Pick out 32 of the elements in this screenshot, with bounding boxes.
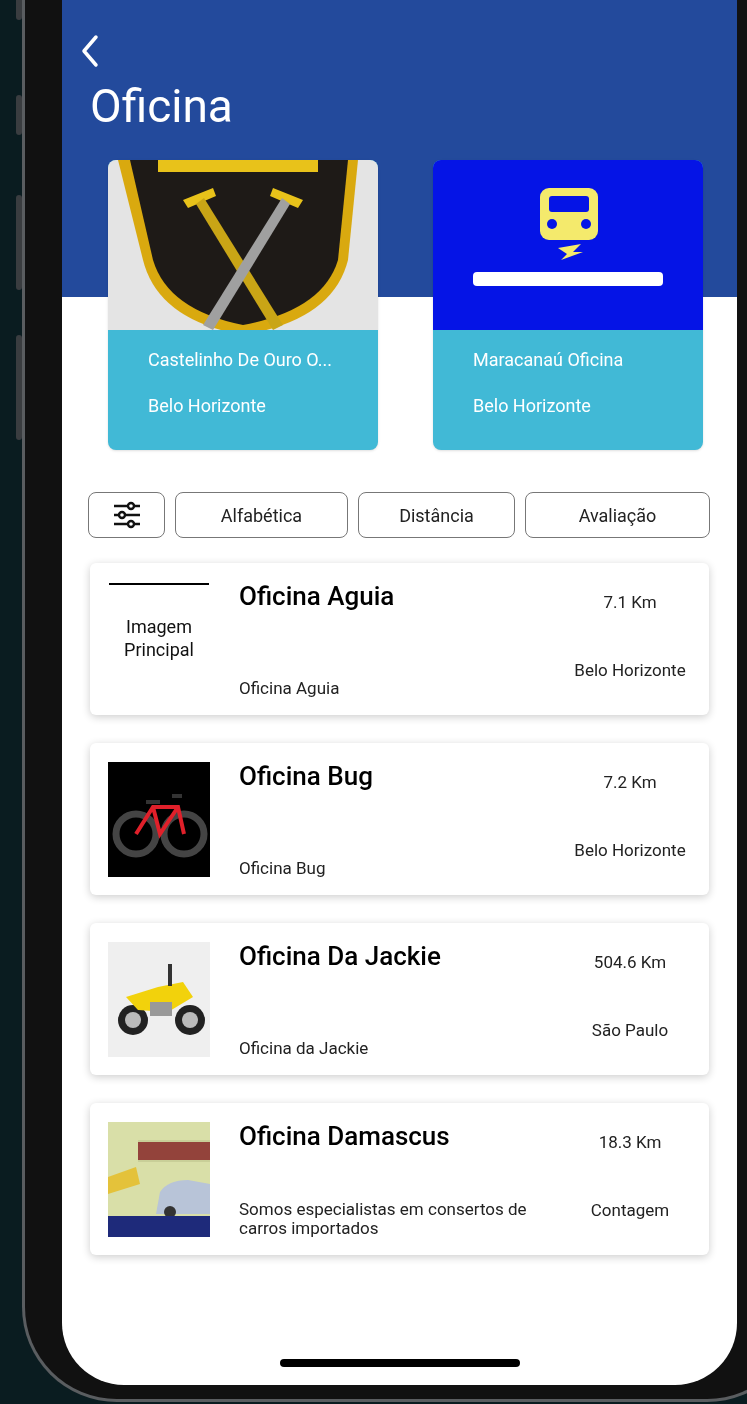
workshop-title: Oficina Da Jackie xyxy=(239,940,441,972)
workshop-card[interactable]: Oficina Bug Oficina Bug 7.2 Km Belo Horizonte xyxy=(90,743,709,895)
shop-city: Belo Horizonte xyxy=(148,394,266,418)
workshop-title: Oficina Bug xyxy=(239,760,373,792)
city-label: Contagem xyxy=(590,1199,670,1221)
filter-icon xyxy=(111,501,142,529)
sort-button[interactable]: Distância xyxy=(358,492,515,538)
city-label: Belo Horizonte xyxy=(574,839,686,861)
sort-button[interactable]: Avaliação xyxy=(525,492,710,538)
workshop-card[interactable]: Imagem Principal Oficina Aguia Oficina Aguia 7.1 Km Belo Horizonte xyxy=(90,563,709,715)
workshop-title: Oficina Damascus xyxy=(239,1120,450,1152)
page-title: Oficina xyxy=(89,78,233,134)
shop-name: Maracanaú Oficina xyxy=(473,348,624,372)
distance-label: 504.6 Km xyxy=(593,951,667,973)
workshop-title: Oficina Aguia xyxy=(239,580,395,612)
distance-label: 7.2 Km xyxy=(603,771,657,793)
workshop-description: Oficina Aguia xyxy=(239,679,340,698)
back-icon[interactable] xyxy=(80,34,100,68)
shop-city: Belo Horizonte xyxy=(473,394,591,418)
sort-button[interactable]: Alfabética xyxy=(175,492,348,538)
workshop-description: Oficina da Jackie xyxy=(239,1039,369,1058)
workshop-description: Oficina Bug xyxy=(239,859,326,878)
city-label: São Paulo xyxy=(591,1019,669,1041)
city-label: Belo Horizonte xyxy=(574,659,686,681)
workshop-card[interactable]: Oficina Damascus Somos especialistas em consertos de carros importados 18.3 Km Contagem xyxy=(90,1103,709,1255)
distance-label: 18.3 Km xyxy=(598,1131,662,1153)
distance-label: 7.1 Km xyxy=(603,591,657,613)
workshop-description: Somos especialistas em consertos de carros importados xyxy=(239,1200,528,1238)
workshop-card[interactable]: Oficina Da Jackie Oficina da Jackie 504.6 Km São Paulo xyxy=(90,923,709,1075)
image-placeholder-text: Imagem Principal xyxy=(123,614,195,661)
filter-button[interactable] xyxy=(88,492,165,538)
shop-name: Castelinho De Ouro O... xyxy=(148,348,333,372)
